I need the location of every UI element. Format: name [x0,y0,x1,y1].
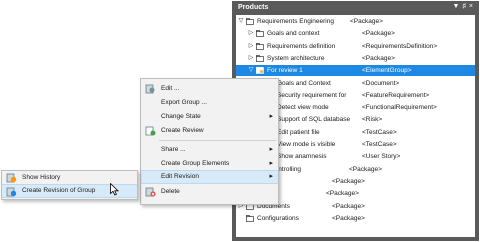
tree-item-name: Show anamnesis [277,153,327,161]
close-icon[interactable]: × [469,3,473,10]
package-icon [256,42,264,50]
menu-item-delete[interactable]: Delete [141,185,278,199]
delete-icon [145,187,156,197]
tree-item-stereotype: <FeatureRequirement> [362,91,430,99]
menu-item-share[interactable]: Share ... ▸ [141,143,278,157]
tree-item-name: Support of SQL database [277,116,351,124]
package-icon [246,214,254,222]
tree-item-name: Requirements Engineering [257,18,334,25]
tree-item-name: Configurations [257,214,299,222]
expand-toggle-icon[interactable]: ▽ [237,16,245,27]
tree-item-stereotype: <User Story> [362,153,401,161]
tree-item-stereotype: <FunctionalRequirement> [362,104,437,112]
edit-icon [145,84,156,94]
tree-item-stereotype: <Package> [350,18,383,25]
panel-menu-icon[interactable]: ▼ [452,3,459,10]
context-menu: Edit ... Export Group ... Change State ▸… [140,78,279,205]
tree-item[interactable]: Configurations <Package> [236,213,475,224]
tree-item-name: Requirements definition [267,42,336,50]
tree-item[interactable]: ▽ Requirements Engineering <Package> [236,16,475,27]
menu-item-edit-revision[interactable]: Edit Revision ▸ [141,170,278,184]
tree-item-stereotype: <Package> [362,30,395,38]
panel-title: Products [238,4,269,11]
tree-item-name: Goals and context [267,30,320,38]
tree-item-stereotype: <ElementGroup> [362,67,412,75]
tree-item-name: Edit patient file [277,128,320,136]
tree-item-name: System architecture [267,54,325,62]
review-icon [145,126,156,136]
tree-item-name: Security requirement for [277,91,347,99]
tree-item-name: Goals and Context [277,79,331,87]
menu-item-export-group[interactable]: Export Group ... [141,96,278,110]
submenu-arrow-icon: ▸ [269,173,273,180]
expand-toggle-icon[interactable]: ▷ [247,41,255,52]
tree-item-stereotype: <Document> [362,79,400,87]
tree-item-name: For review 1 [267,67,303,75]
submenu-arrow-icon: ▸ [269,113,273,120]
menu-separator [159,140,276,141]
tree-item-stereotype: <Package> [332,202,365,210]
tree-item[interactable]: ▷ Goals and context <Package> [236,28,475,39]
expand-toggle-icon[interactable]: ▷ [247,28,255,39]
tree-item-stereotype: <Package> [326,190,359,198]
menu-item-create-review[interactable]: Create Review [141,124,278,138]
group-icon [256,67,264,74]
tree-item[interactable]: ▷ Requirements definition <RequirementsDef… [236,41,475,52]
mouse-cursor-icon [110,183,119,196]
tree-item-stereotype: <Risk> [362,116,383,124]
tree-item-stereotype: <Package> [362,54,395,62]
submenu-arrow-icon: ▸ [269,146,273,153]
menu-item-create-group-elements[interactable]: Create Group Elements ▸ [141,157,278,171]
package-icon [256,54,264,62]
tree-item-name: View mode is visible [277,141,336,148]
tree-item[interactable]: ▽ For review 1 <ElementGroup> [236,65,475,77]
tree-item-stereotype: <RequirementsDefinition> [362,42,438,50]
menu-item-change-state[interactable]: Change State ▸ [141,110,278,124]
panel-controls: ▼ ♯ × [452,3,473,10]
pin-icon[interactable]: ♯ [462,3,466,10]
revision-icon [6,187,17,197]
tree-item-stereotype: <TestCase> [362,141,397,148]
history-icon [6,173,17,183]
menu-item-edit[interactable]: Edit ... [141,82,278,96]
submenu-arrow-icon: ▸ [269,160,273,167]
tree-item-name: Detect view mode [277,104,329,112]
tree-item-stereotype: <Package> [332,214,365,222]
tree-item-stereotype: <Package> [349,165,382,173]
tree-item-stereotype: <Package> [332,177,365,185]
expand-toggle-icon[interactable]: ▷ [247,53,255,64]
tree-item[interactable]: ▷ System architecture <Package> [236,53,475,64]
tree-item-stereotype: <TestCase> [362,128,397,136]
package-icon [256,30,264,38]
package-icon [246,18,254,25]
expand-toggle-icon[interactable]: ▽ [247,65,255,76]
